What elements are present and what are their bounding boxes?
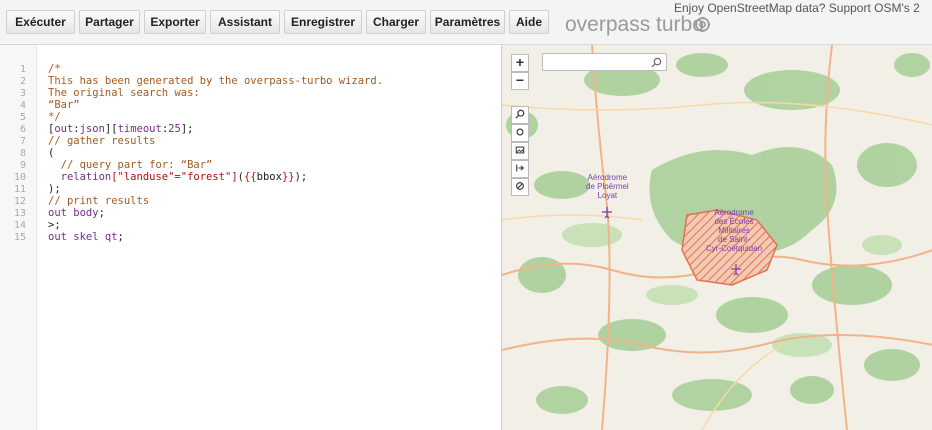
code-token: bbox — [256, 171, 282, 183]
aerodrome-label-line: des Écoles — [714, 217, 754, 226]
no-entry-icon — [516, 182, 524, 190]
expand-icon — [516, 164, 525, 172]
code-line[interactable]: out skel qt; — [48, 231, 124, 243]
line-number: 3 — [19, 88, 26, 99]
line-number: 4 — [19, 100, 26, 111]
app-title: overpass turbo — [565, 13, 704, 36]
code-token: }} — [281, 171, 295, 183]
osm-support-note[interactable]: Enjoy OpenStreetMap data? Support OSM's … — [674, 1, 920, 15]
aerodrome-label-line: Aérodrome — [714, 208, 754, 217]
code-token: ); — [294, 171, 308, 183]
magnifier-icon — [515, 109, 525, 119]
aerodrome-label-line: Militaires — [718, 226, 750, 235]
line-number: 5 — [19, 112, 26, 123]
data-view-button[interactable] — [511, 142, 529, 160]
line-number: 6 — [19, 124, 26, 135]
load-button[interactable]: Charger — [366, 10, 426, 34]
code-token: {{ — [243, 171, 257, 183]
settings-button[interactable]: Paramètres — [430, 10, 505, 34]
save-button[interactable]: Enregistrer — [284, 10, 362, 34]
share-button[interactable]: Partager — [79, 10, 140, 34]
line-number: 10 — [13, 172, 26, 183]
line-number: 1 — [19, 64, 26, 75]
code-line[interactable]: /* — [48, 63, 61, 75]
code-token: body — [66, 207, 99, 219]
code-token: relation — [48, 171, 112, 183]
clear-data-button[interactable] — [511, 178, 529, 196]
line-number: 7 — [19, 136, 26, 147]
code-token: ]; — [180, 123, 194, 135]
zoom-out-button[interactable]: − — [511, 72, 529, 90]
line-number: 9 — [19, 160, 26, 171]
code-line[interactable]: >; — [48, 219, 61, 231]
code-line[interactable]: */ — [48, 111, 61, 123]
code-line[interactable]: ( — [48, 147, 54, 159]
fullscreen-button[interactable] — [511, 160, 529, 178]
gear-icon[interactable] — [694, 16, 711, 33]
code-line[interactable]: relation["landuse"="forest"]({{bbox}}); — [48, 171, 308, 183]
run-button[interactable]: Exécuter — [6, 10, 75, 34]
line-number: 12 — [13, 196, 26, 207]
aerodrome-label: Aérodrome de Ploërmel Loyat — [586, 173, 629, 200]
aerodrome-label-line: Cyr-Coëtquidan — [706, 244, 763, 253]
code-token: out — [48, 207, 67, 219]
aerodrome-label-line: Loyat — [597, 191, 618, 200]
code-token: ; — [98, 207, 105, 219]
aerodrome-label: Aérodrome des Écoles Militaires de Saint… — [706, 208, 762, 253]
search-tool-button[interactable] — [511, 106, 529, 124]
code-token: out — [48, 231, 67, 243]
toolbar: Exécuter Partager Exporter Assistant Enr… — [0, 0, 932, 45]
code-line[interactable]: “Bar” — [48, 99, 80, 111]
help-button[interactable]: Aide — [509, 10, 549, 34]
code-token: out — [54, 123, 74, 135]
line-number: 14 — [13, 220, 26, 231]
aerodrome-label-line: de Ploërmel — [586, 182, 629, 191]
code-line[interactable]: // gather results — [48, 135, 155, 147]
code-token: skel qt — [66, 231, 118, 243]
search-icon[interactable] — [651, 57, 662, 68]
line-number: 11 — [13, 184, 26, 195]
line-gutter: 1 2 3 4 5 6 7 8 9 10 11 12 13 14 15 — [0, 45, 37, 430]
line-number: 15 — [13, 232, 26, 243]
map-search-input[interactable] — [542, 53, 667, 71]
code-token: timeout — [117, 123, 162, 135]
code-line[interactable]: The original search was: — [48, 87, 200, 99]
code-token: 25 — [168, 123, 181, 135]
line-number: 8 — [19, 148, 26, 159]
map-view[interactable]: Aérodrome de Ploërmel Loyat Aérodrome de… — [501, 45, 932, 430]
zoom-in-button[interactable]: + — [511, 54, 529, 72]
line-number: 2 — [19, 76, 26, 87]
image-icon — [515, 146, 525, 154]
wizard-button[interactable]: Assistant — [210, 10, 280, 34]
aerodrome-label-line: Aérodrome — [587, 173, 628, 182]
code-line[interactable]: // query part for: “Bar” — [48, 159, 213, 171]
code-token: ["landuse"="forest"] — [111, 171, 238, 183]
code-line[interactable]: ); — [48, 183, 61, 195]
aerodrome-label-line: de Saint- — [718, 235, 751, 244]
code-token: json — [79, 123, 105, 135]
line-number: 13 — [13, 208, 26, 219]
code-line[interactable]: This has been generated by the overpass-… — [48, 75, 383, 87]
locate-button[interactable] — [511, 124, 529, 142]
code-token: ][ — [104, 123, 118, 135]
circle-icon — [516, 128, 524, 136]
export-button[interactable]: Exporter — [144, 10, 206, 34]
code-token: ; — [117, 231, 124, 243]
code-editor[interactable]: 1 2 3 4 5 6 7 8 9 10 11 12 13 14 15 /* T… — [0, 45, 501, 430]
code-line[interactable]: out body; — [48, 207, 105, 219]
code-line[interactable]: [out:json][timeout:25]; — [48, 123, 193, 135]
code-line[interactable]: // print results — [48, 195, 149, 207]
